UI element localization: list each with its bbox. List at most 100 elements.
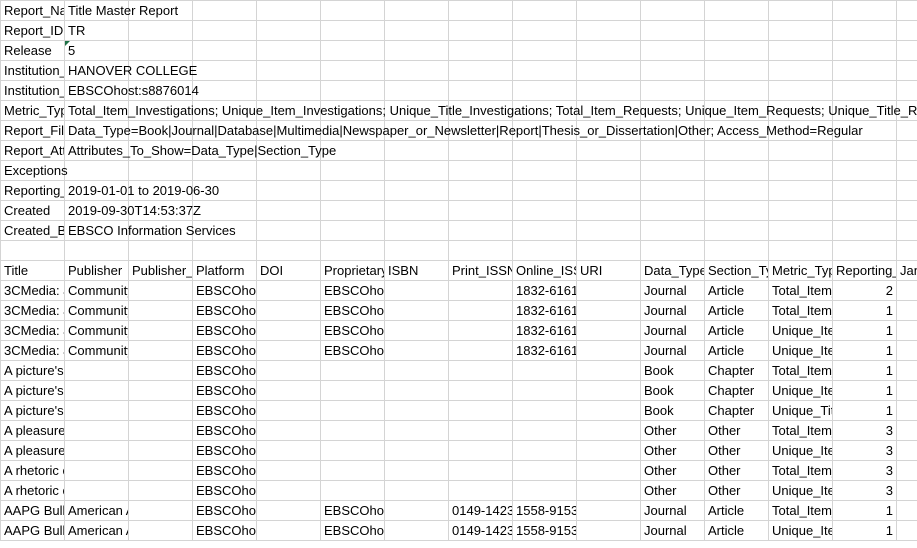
table-cell[interactable] [576, 520, 641, 541]
header-label-cell[interactable]: Institution_Name [0, 60, 65, 81]
table-cell[interactable] [384, 460, 449, 481]
table-cell[interactable] [576, 500, 641, 521]
empty-cell[interactable] [768, 160, 833, 181]
column-header-cell[interactable]: Print_ISSN [448, 260, 513, 281]
table-cell[interactable] [896, 360, 917, 381]
table-cell[interactable]: 2 [832, 280, 897, 301]
empty-cell[interactable] [704, 20, 769, 41]
empty-cell[interactable] [256, 180, 321, 201]
table-cell[interactable]: 3 [832, 460, 897, 481]
empty-cell[interactable] [448, 200, 513, 221]
header-label-cell[interactable]: Reporting_Period [0, 180, 65, 201]
empty-cell[interactable] [384, 60, 449, 81]
table-cell[interactable]: Book [640, 400, 705, 421]
table-cell[interactable]: EBSCOhost [192, 480, 257, 501]
table-cell[interactable] [576, 380, 641, 401]
empty-cell[interactable] [192, 240, 257, 261]
empty-cell[interactable] [512, 200, 577, 221]
table-cell[interactable]: Community Media Association [64, 300, 129, 321]
table-cell[interactable] [448, 340, 513, 361]
table-cell[interactable] [256, 420, 321, 441]
empty-cell[interactable] [512, 60, 577, 81]
empty-cell[interactable] [704, 200, 769, 221]
empty-cell[interactable] [320, 0, 385, 21]
empty-cell[interactable] [192, 80, 257, 101]
table-cell[interactable]: Unique_Item_Investigations [768, 480, 833, 501]
header-label-cell[interactable]: Report_Filters [0, 120, 65, 141]
table-cell[interactable] [320, 480, 385, 501]
empty-cell[interactable] [576, 40, 641, 61]
empty-cell[interactable] [896, 80, 917, 101]
table-cell[interactable] [256, 380, 321, 401]
empty-cell[interactable] [768, 220, 833, 241]
empty-cell[interactable] [384, 180, 449, 201]
table-cell[interactable] [896, 380, 917, 401]
table-cell[interactable] [128, 340, 193, 361]
empty-cell[interactable] [704, 60, 769, 81]
table-cell[interactable] [512, 360, 577, 381]
table-cell[interactable] [384, 520, 449, 541]
table-cell[interactable] [384, 400, 449, 421]
column-header-cell[interactable]: Section_Type [704, 260, 769, 281]
empty-cell[interactable] [320, 80, 385, 101]
table-cell[interactable] [256, 520, 321, 541]
table-cell[interactable] [384, 440, 449, 461]
empty-cell[interactable] [256, 220, 321, 241]
table-cell[interactable] [448, 380, 513, 401]
table-cell[interactable]: 0149-1423 [448, 500, 513, 521]
table-cell[interactable] [576, 460, 641, 481]
empty-cell[interactable] [448, 40, 513, 61]
table-cell[interactable]: 1 [832, 400, 897, 421]
table-cell[interactable]: Unique_Item_Investigations [768, 320, 833, 341]
header-value-cell[interactable]: Attributes_To_Show=Data_Type|Section_Typ… [64, 140, 336, 161]
header-value-cell[interactable] [64, 160, 129, 181]
table-cell[interactable] [256, 400, 321, 421]
table-cell[interactable]: 3CMedia: Journal of Community and Commun… [0, 320, 65, 341]
table-cell[interactable]: EBSCOhost [192, 340, 257, 361]
empty-cell[interactable] [320, 240, 385, 261]
header-value-cell[interactable]: Data_Type=Book|Journal|Database|Multimed… [64, 120, 863, 141]
table-cell[interactable] [896, 520, 917, 541]
table-cell[interactable]: Unique_Title_Investigations [768, 400, 833, 421]
empty-cell[interactable] [832, 80, 897, 101]
table-cell[interactable] [448, 420, 513, 441]
table-cell[interactable]: EBSCOhost:KBID [320, 320, 385, 341]
empty-cell[interactable] [512, 20, 577, 41]
table-cell[interactable] [448, 480, 513, 501]
table-cell[interactable]: 3CMedia: Journal of Community and Commun… [0, 280, 65, 301]
table-cell[interactable]: Journal [640, 320, 705, 341]
empty-cell[interactable] [704, 40, 769, 61]
table-cell[interactable]: Chapter [704, 400, 769, 421]
table-cell[interactable]: 1 [832, 520, 897, 541]
table-cell[interactable]: Journal [640, 340, 705, 361]
empty-cell[interactable] [512, 220, 577, 241]
table-cell[interactable] [128, 400, 193, 421]
table-cell[interactable]: Community Media Association [64, 280, 129, 301]
table-cell[interactable] [64, 420, 129, 441]
table-cell[interactable] [256, 480, 321, 501]
table-cell[interactable]: Journal [640, 280, 705, 301]
empty-cell[interactable] [768, 240, 833, 261]
empty-cell[interactable] [256, 60, 321, 81]
table-cell[interactable] [256, 320, 321, 341]
table-cell[interactable]: Total_Item_Investigations [768, 280, 833, 301]
empty-cell[interactable] [256, 160, 321, 181]
table-cell[interactable]: Other [640, 440, 705, 461]
empty-cell[interactable] [128, 160, 193, 181]
empty-cell[interactable] [896, 220, 917, 241]
table-cell[interactable]: EBSCOhost [192, 520, 257, 541]
column-header-cell[interactable]: URI [576, 260, 641, 281]
empty-cell[interactable] [896, 0, 917, 21]
empty-cell[interactable] [384, 80, 449, 101]
table-cell[interactable] [256, 500, 321, 521]
table-cell[interactable]: A rhetoric of motives [0, 480, 65, 501]
table-cell[interactable] [576, 280, 641, 301]
header-value-cell[interactable]: EBSCO Information Services [64, 220, 236, 241]
table-cell[interactable]: 1 [832, 300, 897, 321]
table-cell[interactable] [896, 280, 917, 301]
empty-cell[interactable] [832, 160, 897, 181]
empty-cell[interactable] [576, 60, 641, 81]
empty-cell[interactable] [832, 60, 897, 81]
empty-cell[interactable] [896, 160, 917, 181]
empty-cell[interactable] [384, 0, 449, 21]
